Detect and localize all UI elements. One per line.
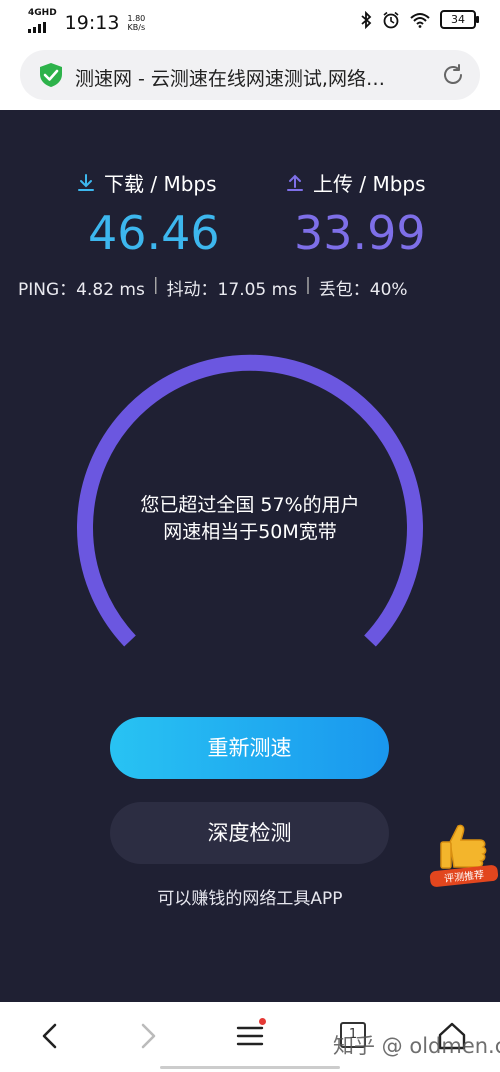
thumbs-up-icon	[449, 824, 487, 868]
status-left: 4GHD 19:13 1.80 KB/s	[28, 9, 145, 37]
ping-stat: PING：4.82 ms	[18, 280, 145, 300]
net-speed: 1.80 KB/s	[127, 14, 146, 32]
address-bar[interactable]: 测速网 - 云测速在线网速测试,网络…	[20, 50, 480, 100]
divider: |	[305, 275, 311, 295]
status-bar: 4GHD 19:13 1.80 KB/s 34	[0, 0, 500, 40]
gauge-summary: 您已超过全国 57%的用户 网速相当于50M宽带	[70, 492, 430, 546]
upload-value: 33.99	[294, 206, 426, 260]
download-header: 下载 / Mbps	[76, 168, 217, 197]
home-indicator[interactable]	[160, 1066, 340, 1069]
download-icon	[78, 173, 94, 191]
stats-row: PING：4.82 ms | 抖动：17.05 ms | 丢包：40%	[18, 275, 482, 300]
jitter-stat: 抖动：17.05 ms	[166, 280, 298, 300]
loss-stat: 丢包：40%	[318, 280, 408, 300]
wifi-icon	[410, 12, 430, 28]
upload-header: 上传 / Mbps	[285, 168, 426, 197]
summary-line-2: 网速相当于50M宽带	[163, 521, 337, 543]
upload-icon	[287, 174, 303, 191]
status-right: 34	[360, 10, 479, 29]
menu-button[interactable]	[232, 1018, 268, 1054]
clock: 19:13	[64, 12, 120, 34]
alarm-icon	[383, 11, 399, 28]
deep-check-button[interactable]: 深度检测	[110, 802, 389, 864]
notification-dot	[259, 1018, 266, 1025]
summary-line-1: 您已超过全国 57%的用户	[140, 494, 360, 516]
promo-link[interactable]: 可以赚钱的网络工具APP	[0, 884, 500, 909]
battery-icon: 34	[440, 10, 479, 29]
reload-icon[interactable]	[440, 62, 466, 88]
retest-button[interactable]: 重新测速	[110, 717, 389, 779]
download-value: 46.46	[88, 206, 220, 260]
divider: |	[152, 275, 159, 295]
download-label: 下载 / Mbps	[104, 172, 217, 196]
shield-icon	[40, 63, 62, 87]
forward-icon[interactable]	[130, 1018, 166, 1054]
browser-toolbar: 测速网 - 云测速在线网速测试,网络…	[0, 40, 500, 110]
upload-label: 上传 / Mbps	[313, 172, 426, 196]
thumbs-up-badge[interactable]: 评测推荐	[428, 820, 500, 888]
bluetooth-icon	[361, 10, 372, 29]
watermark: 知乎 @ oldmen.cn	[333, 1034, 500, 1058]
back-icon[interactable]	[32, 1018, 68, 1054]
signal-icon: 4GHD	[28, 9, 57, 37]
page-title: 测速网 - 云测速在线网速测试,网络…	[75, 68, 385, 90]
